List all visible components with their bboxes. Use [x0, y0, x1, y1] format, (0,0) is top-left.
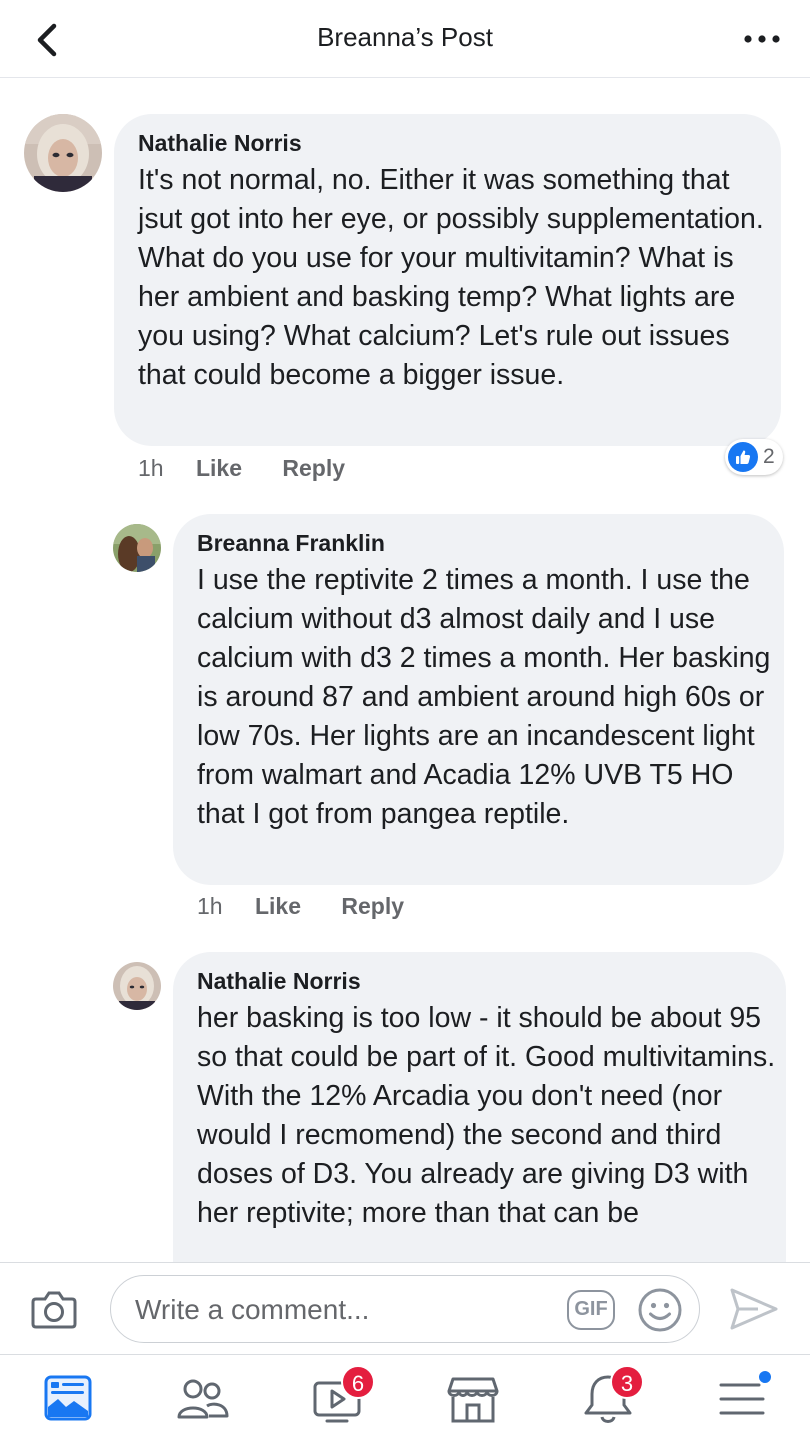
comment-author[interactable]: Nathalie Norris — [197, 968, 361, 995]
news-feed-icon — [44, 1375, 92, 1421]
tab-notifications[interactable]: 3 — [578, 1365, 644, 1427]
bottom-tab-bar: 6 3 — [0, 1354, 810, 1440]
comment-text: I use the reptivite 2 times a month. I u… — [197, 564, 771, 830]
emoji-button[interactable] — [637, 1287, 683, 1333]
thumbs-up-icon — [728, 442, 758, 472]
tab-marketplace[interactable] — [443, 1371, 503, 1427]
avatar[interactable] — [113, 524, 161, 572]
camera-icon — [31, 1291, 77, 1329]
comment-timestamp: 1h — [197, 893, 223, 919]
comment-placeholder: Write a comment... — [135, 1294, 370, 1325]
like-button[interactable]: Like — [255, 893, 301, 919]
menu-indicator-dot — [757, 1369, 773, 1385]
marketplace-icon — [447, 1377, 499, 1423]
more-options-button[interactable] — [742, 24, 782, 54]
comment-input[interactable]: Write a comment... GIF — [110, 1275, 700, 1343]
comment-bubble[interactable]: Nathalie Norris her basking is too low -… — [173, 952, 786, 1262]
send-button[interactable] — [728, 1285, 780, 1333]
friends-icon — [177, 1379, 229, 1419]
smiley-icon — [638, 1288, 682, 1332]
avatar[interactable] — [113, 962, 161, 1010]
comment-text: her basking is too low - it should be ab… — [197, 1002, 776, 1229]
comment-bubble[interactable]: Nathalie Norris It's not normal, no. Eit… — [114, 114, 781, 446]
comment-author[interactable]: Breanna Franklin — [197, 530, 385, 557]
tab-friends[interactable] — [173, 1371, 233, 1427]
tab-news-feed[interactable] — [38, 1371, 98, 1427]
reply-button[interactable]: Reply — [282, 455, 345, 481]
send-icon — [730, 1288, 778, 1330]
reaction-count: 2 — [763, 445, 775, 468]
comment-composer: Write a comment... GIF — [0, 1262, 810, 1354]
gif-button[interactable]: GIF — [567, 1290, 615, 1330]
notifications-badge: 3 — [610, 1365, 644, 1399]
comment-thread: Nathalie Norris It's not normal, no. Eit… — [0, 78, 810, 1262]
comment-timestamp: 1h — [138, 455, 164, 481]
comment-actions: 1h Like Reply — [197, 893, 438, 920]
like-button[interactable]: Like — [196, 455, 242, 481]
tab-menu[interactable] — [713, 1369, 773, 1427]
tab-watch[interactable]: 6 — [309, 1365, 375, 1427]
avatar[interactable] — [24, 114, 102, 192]
comment-actions: 1h Like Reply — [138, 455, 379, 482]
watch-badge: 6 — [341, 1365, 375, 1399]
reply-button[interactable]: Reply — [341, 893, 404, 919]
reaction-summary[interactable]: 2 — [725, 439, 783, 475]
more-horizontal-icon — [744, 35, 780, 43]
top-bar: Breanna’s Post — [0, 0, 810, 78]
comment-text: It's not normal, no. Either it was somet… — [138, 164, 764, 391]
comment-author[interactable]: Nathalie Norris — [138, 130, 302, 157]
comment-bubble[interactable]: Breanna Franklin I use the reptivite 2 t… — [173, 514, 784, 885]
page-title: Breanna’s Post — [317, 22, 493, 52]
camera-button[interactable] — [30, 1287, 78, 1331]
